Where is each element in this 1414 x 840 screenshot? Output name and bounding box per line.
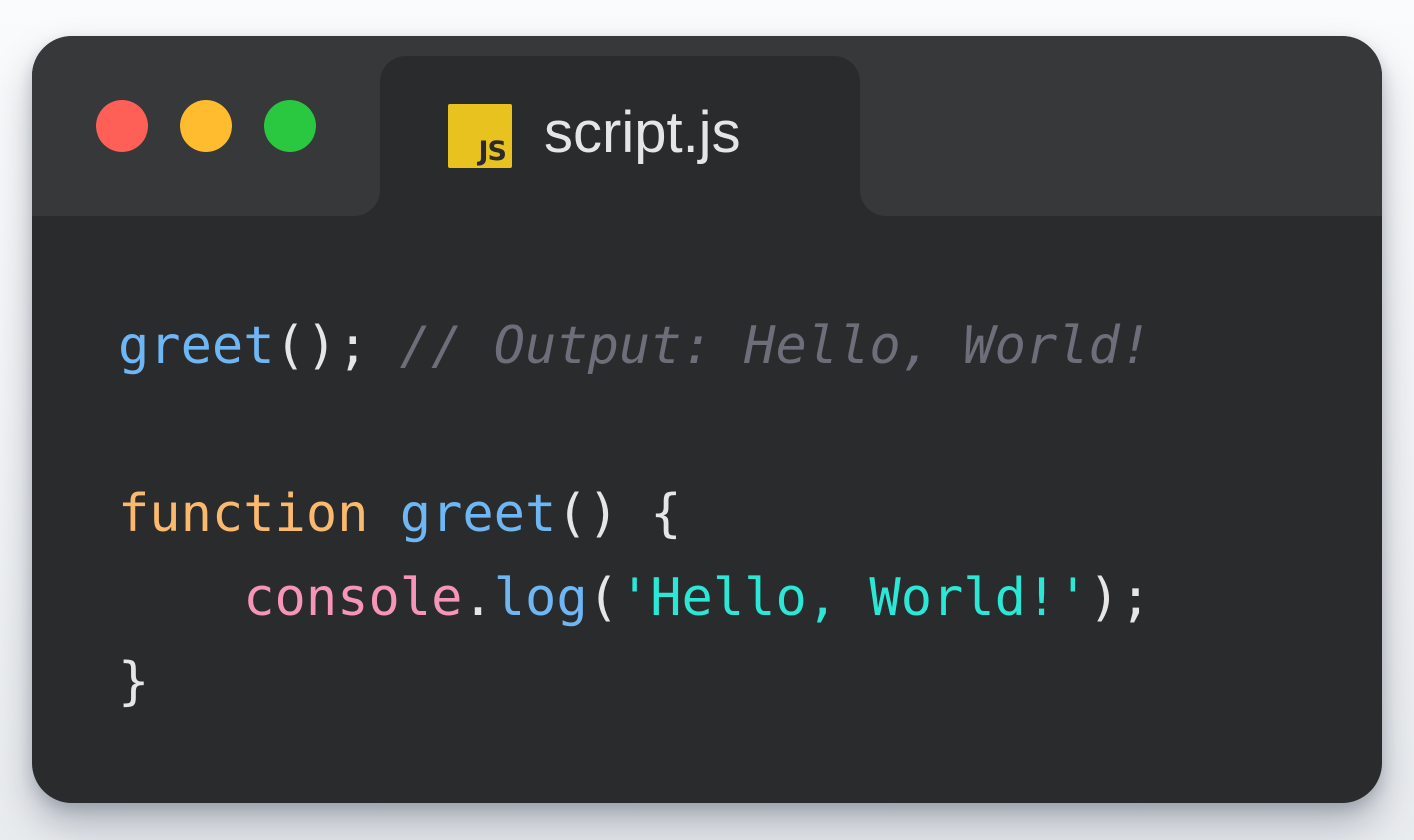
tab-corner-left — [354, 190, 380, 216]
function-keyword: function — [118, 484, 369, 544]
close-paren-semicolon: ); — [1088, 568, 1152, 628]
log-method: log — [493, 568, 588, 628]
call-punctuation: (); — [274, 316, 369, 376]
maximize-window-button[interactable] — [264, 100, 316, 152]
minimize-window-button[interactable] — [180, 100, 232, 152]
function-open-punctuation: () { — [556, 484, 682, 544]
code-comment: // Output: Hello, World! — [399, 316, 1152, 376]
code-line-4: console.log('Hello, World!'); — [118, 556, 1151, 640]
code-editor[interactable]: greet(); // Output: Hello, World! functio… — [118, 304, 1151, 724]
code-line-1: greet(); // Output: Hello, World! — [118, 304, 1151, 388]
member-dot: . — [462, 568, 494, 628]
console-object: console — [243, 568, 463, 628]
tab-title: script.js — [544, 100, 741, 165]
js-icon-label: JS — [478, 136, 507, 167]
function-declaration-name: greet — [399, 484, 557, 544]
code-window: JS script.js greet(); // Output: Hello, … — [32, 36, 1382, 803]
javascript-file-icon: JS — [448, 104, 512, 168]
string-literal: 'Hello, World!' — [618, 568, 1089, 628]
tab-script-js[interactable]: JS script.js — [380, 56, 860, 226]
function-call-name: greet — [118, 316, 275, 376]
close-window-button[interactable] — [96, 100, 148, 152]
code-line-5: } — [118, 640, 1151, 724]
tab-corner-right — [860, 190, 886, 216]
open-paren: ( — [587, 568, 619, 628]
code-line-3: function greet() { — [118, 472, 1151, 556]
closing-brace: } — [118, 652, 150, 712]
